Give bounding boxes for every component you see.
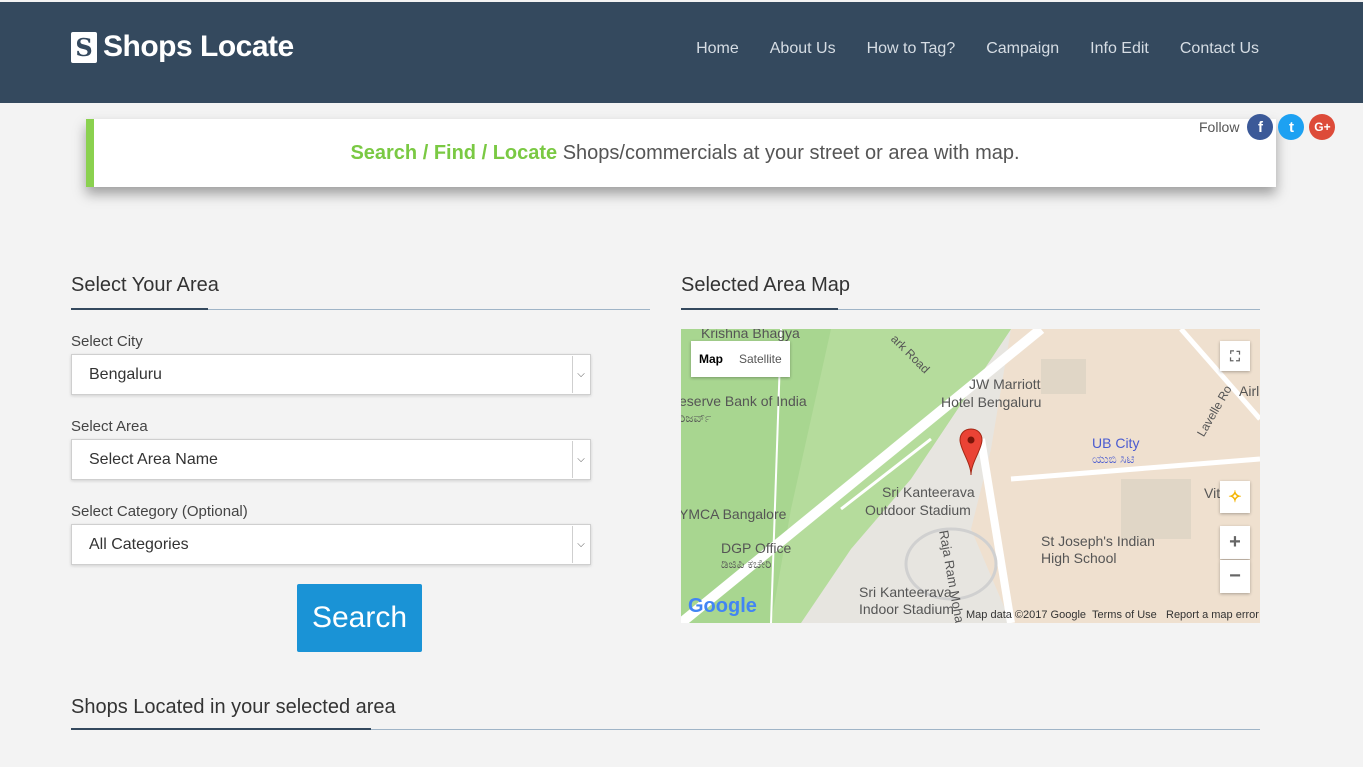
chevron-down-icon: ⌵ (572, 356, 589, 393)
results-divider-accent (71, 728, 371, 730)
map-divider-accent (681, 308, 838, 310)
google-logo-text: Google (688, 595, 757, 617)
area-label: Select Area (71, 418, 148, 435)
brand-name: Shops Locate (103, 30, 294, 63)
navbar: S Shops Locate Home About Us How to Tag?… (0, 2, 1363, 103)
nav-campaign[interactable]: Campaign (986, 40, 1059, 58)
nav-contact-us[interactable]: Contact Us (1180, 40, 1259, 58)
map-label-ub-city: UB City (1092, 435, 1140, 451)
map-label-st-joseph: St Joseph's Indian (1041, 533, 1155, 549)
map-label-high-school: High School (1041, 550, 1117, 566)
tagline-banner: Search / Find / Locate Shops/commercials… (86, 119, 1276, 187)
area-value: Select Area Name (89, 451, 218, 468)
chevron-down-icon: ⌵ (572, 441, 589, 478)
category-value: All Categories (89, 536, 189, 553)
map-label-dgp-office: DGP Office (721, 540, 792, 556)
fullscreen-icon[interactable]: ⛶ (1220, 341, 1250, 371)
zoom-out-icon[interactable]: − (1220, 560, 1250, 593)
city-value: Bengaluru (89, 366, 162, 383)
area-map[interactable]: Krishna Bhagya ark Road eserve Bank of I… (681, 329, 1260, 623)
brand[interactable]: S Shops Locate (71, 30, 294, 64)
area-select[interactable]: Select Area Name ⌵ (71, 439, 591, 480)
chevron-down-icon: ⌵ (572, 526, 589, 563)
map-label-outdoor-stadium: Outdoor Stadium (865, 502, 971, 518)
nav-about-us[interactable]: About Us (770, 40, 836, 58)
tagline-highlight: Search / Find / Locate (350, 142, 558, 164)
city-label: Select City (71, 333, 143, 350)
area-section-title: Select Your Area (71, 274, 219, 296)
category-label: Select Category (Optional) (71, 503, 248, 520)
map-type-satellite[interactable]: Satellite (731, 341, 790, 377)
map-label-air: Airl (1239, 383, 1260, 399)
map-label-indoor: Sri Kanteerava (859, 584, 952, 600)
search-button[interactable]: Search (297, 584, 422, 652)
city-select[interactable]: Bengaluru ⌵ (71, 354, 591, 395)
follow-bar: Follow f t G+ (1199, 114, 1340, 140)
street-view-icon[interactable]: ✧ (1220, 481, 1250, 513)
map-label-vit: Vit (1204, 485, 1221, 501)
map-label-ymca: YMCA Bangalore (681, 506, 787, 522)
map-label-ub-city-kannada: ಯುಬಿ ಸಿಟಿ (1092, 452, 1135, 466)
map-section-title: Selected Area Map (681, 274, 850, 296)
map-report-link[interactable]: Report a map error (1166, 609, 1259, 621)
twitter-icon[interactable]: t (1278, 114, 1305, 140)
map-label-jw-hotel: Hotel Bengaluru (941, 394, 1042, 410)
area-divider-accent (71, 308, 208, 310)
map-terms-link[interactable]: Terms of Use (1092, 609, 1157, 621)
main-nav: Home About Us How to Tag? Campaign Info … (696, 40, 1259, 58)
map-type-map[interactable]: Map (691, 341, 731, 377)
map-label-kanteerava: Sri Kanteerava (882, 484, 975, 500)
google-logo: Google (688, 595, 757, 618)
map-label-rbi-kannada: ರಿಜರ್ವ್ (681, 411, 712, 425)
map-label-krishna: Krishna Bhagya (701, 329, 800, 341)
logo-icon: S (71, 31, 97, 63)
nav-info-edit[interactable]: Info Edit (1090, 40, 1149, 58)
map-label-jw-marriott: JW Marriott (969, 376, 1041, 392)
follow-label: Follow (1199, 119, 1240, 135)
map-label-rbi: eserve Bank of India (681, 393, 807, 409)
category-select[interactable]: All Categories ⌵ (71, 524, 591, 565)
map-type-control: Map Satellite (691, 341, 790, 377)
google-plus-icon[interactable]: G+ (1309, 114, 1336, 140)
tagline-text: Shops/commercials at your street or area… (557, 142, 1020, 164)
facebook-icon[interactable]: f (1247, 114, 1274, 140)
nav-how-to-tag[interactable]: How to Tag? (867, 40, 956, 58)
map-data-attribution: Map data ©2017 Google (966, 609, 1087, 621)
map-label-dgp-kannada: ಡಿಜಿಪಿ ಕಚೇರಿ (721, 557, 772, 571)
nav-home[interactable]: Home (696, 40, 739, 58)
map-label-indoor-stadium: Indoor Stadium (859, 601, 954, 617)
map-pin-icon[interactable] (959, 428, 983, 476)
results-section-title: Shops Located in your selected area (71, 696, 396, 718)
zoom-in-icon[interactable]: + (1220, 526, 1250, 559)
